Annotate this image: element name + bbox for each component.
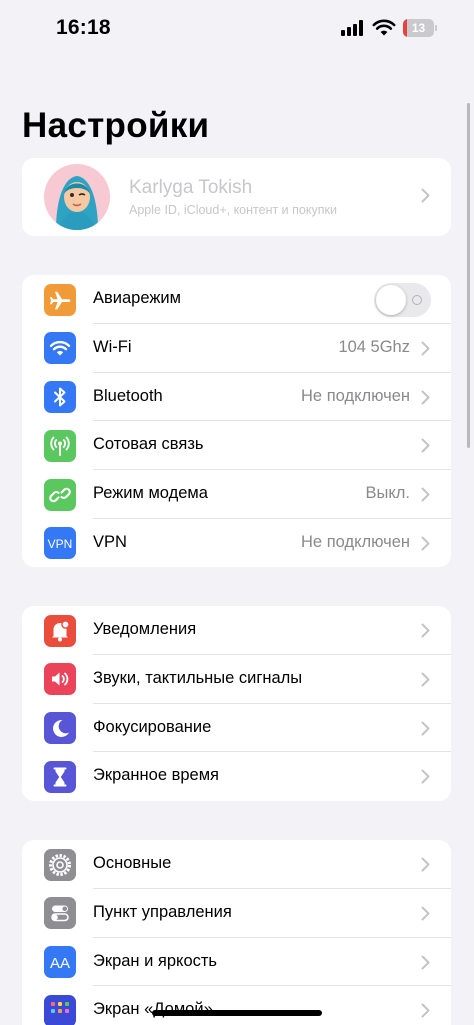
bell-icon bbox=[44, 614, 76, 647]
settings-row-home-screen[interactable]: Экран «Домой» bbox=[22, 986, 451, 1025]
settings-row-airplane-mode[interactable]: Авиарежим bbox=[22, 275, 451, 324]
settings-row-focus[interactable]: Фокусирование bbox=[22, 704, 451, 753]
chevron-right-icon bbox=[421, 857, 430, 872]
notifications-group: Уведомления Звуки, тактильные сигналы Фо… bbox=[22, 606, 451, 801]
text-size-icon: AA bbox=[44, 946, 76, 979]
row-label: Авиарежим bbox=[93, 289, 181, 307]
row-value: 104 5Ghz bbox=[338, 337, 410, 356]
battery-icon: 13 bbox=[403, 19, 437, 37]
settings-row-wifi[interactable]: Wi-Fi 104 5Ghz bbox=[22, 324, 451, 373]
chevron-right-icon bbox=[421, 390, 430, 405]
home-grid-icon bbox=[44, 994, 76, 1025]
chevron-right-icon bbox=[421, 487, 430, 502]
row-label: Фокусирование bbox=[93, 717, 212, 736]
profile-subtitle: Apple ID, iCloud+, контент и покупки bbox=[129, 203, 337, 217]
antenna-icon bbox=[44, 429, 76, 462]
vpn-icon: VPN bbox=[44, 527, 76, 560]
settings-row-general[interactable]: Основные bbox=[22, 840, 451, 889]
chevron-right-icon bbox=[421, 769, 430, 784]
chevron-right-icon bbox=[421, 721, 430, 736]
connectivity-group: Авиарежим Wi-Fi 104 5Ghz Bluetooth Не по… bbox=[22, 275, 451, 567]
settings-row-vpn[interactable]: VPN VPN Не подключен bbox=[22, 519, 451, 567]
chevron-right-icon bbox=[421, 188, 430, 203]
settings-screen: 16:18 13 Настройки Karlyga Tokish Apple … bbox=[0, 0, 474, 1025]
settings-row-cellular[interactable]: Сотовая связь bbox=[22, 421, 451, 471]
row-value: Выкл. bbox=[365, 484, 410, 503]
home-indicator[interactable] bbox=[152, 1010, 322, 1016]
profile-name: Karlyga Tokish bbox=[129, 177, 253, 198]
chevron-right-icon bbox=[421, 341, 430, 356]
row-value: Не подключен bbox=[301, 532, 410, 551]
row-label: Экран и яркость bbox=[93, 951, 218, 970]
row-label: VPN bbox=[93, 532, 127, 551]
link-icon bbox=[44, 478, 76, 511]
svg-text:VPN: VPN bbox=[48, 537, 73, 551]
settings-row-display-brightness[interactable]: AA Экран и яркость bbox=[22, 938, 451, 987]
row-label: Сотовая связь bbox=[93, 435, 204, 454]
airplane-mode-toggle[interactable] bbox=[374, 283, 431, 317]
chevron-right-icon bbox=[421, 1003, 430, 1018]
speaker-icon bbox=[44, 663, 76, 696]
hourglass-icon bbox=[44, 760, 76, 793]
toggles-icon bbox=[44, 897, 76, 930]
row-label: Звуки, тактильные сигналы bbox=[93, 668, 303, 687]
general-group: Основные Пункт управления AA Экран и ярк bbox=[22, 840, 451, 1025]
wifi-status-icon bbox=[372, 19, 396, 36]
chevron-right-icon bbox=[421, 955, 430, 970]
row-label: Экранное время bbox=[93, 766, 219, 785]
status-bar: 16:18 13 bbox=[0, 0, 474, 56]
chevron-right-icon bbox=[421, 906, 430, 921]
battery-level: 13 bbox=[411, 21, 426, 35]
airplane-icon bbox=[44, 283, 76, 316]
apple-id-profile-row[interactable]: Karlyga Tokish Apple ID, iCloud+, контен… bbox=[22, 158, 451, 236]
settings-row-control-center[interactable]: Пункт управления bbox=[22, 889, 451, 938]
row-label: Bluetooth bbox=[93, 386, 163, 405]
settings-row-bluetooth[interactable]: Bluetooth Не подключен bbox=[22, 373, 451, 422]
settings-row-sounds-haptics[interactable]: Звуки, тактильные сигналы bbox=[22, 655, 451, 704]
chevron-right-icon bbox=[421, 438, 430, 453]
bluetooth-icon bbox=[44, 381, 76, 414]
chevron-right-icon bbox=[421, 536, 430, 551]
row-label: Пункт управления bbox=[93, 902, 232, 921]
wifi-icon bbox=[44, 332, 76, 365]
row-value: Не подключен bbox=[301, 386, 410, 405]
row-label: Уведомления bbox=[93, 620, 197, 638]
scroll-indicator[interactable] bbox=[467, 103, 470, 448]
moon-icon bbox=[44, 712, 76, 745]
page-title: Настройки bbox=[22, 106, 210, 145]
row-label: Wi-Fi bbox=[93, 337, 132, 356]
cellular-signal-icon bbox=[341, 20, 363, 36]
settings-row-notifications[interactable]: Уведомления bbox=[22, 606, 451, 655]
gear-icon bbox=[44, 848, 76, 881]
settings-row-screen-time[interactable]: Экранное время bbox=[22, 752, 451, 801]
settings-row-personal-hotspot[interactable]: Режим модема Выкл. bbox=[22, 470, 451, 519]
avatar bbox=[44, 164, 110, 230]
status-time: 16:18 bbox=[56, 16, 111, 39]
row-label: Режим модема bbox=[93, 484, 208, 503]
chevron-right-icon bbox=[421, 672, 430, 687]
svg-text:AA: AA bbox=[50, 955, 70, 972]
row-label: Основные bbox=[93, 854, 172, 872]
chevron-right-icon bbox=[421, 623, 430, 638]
